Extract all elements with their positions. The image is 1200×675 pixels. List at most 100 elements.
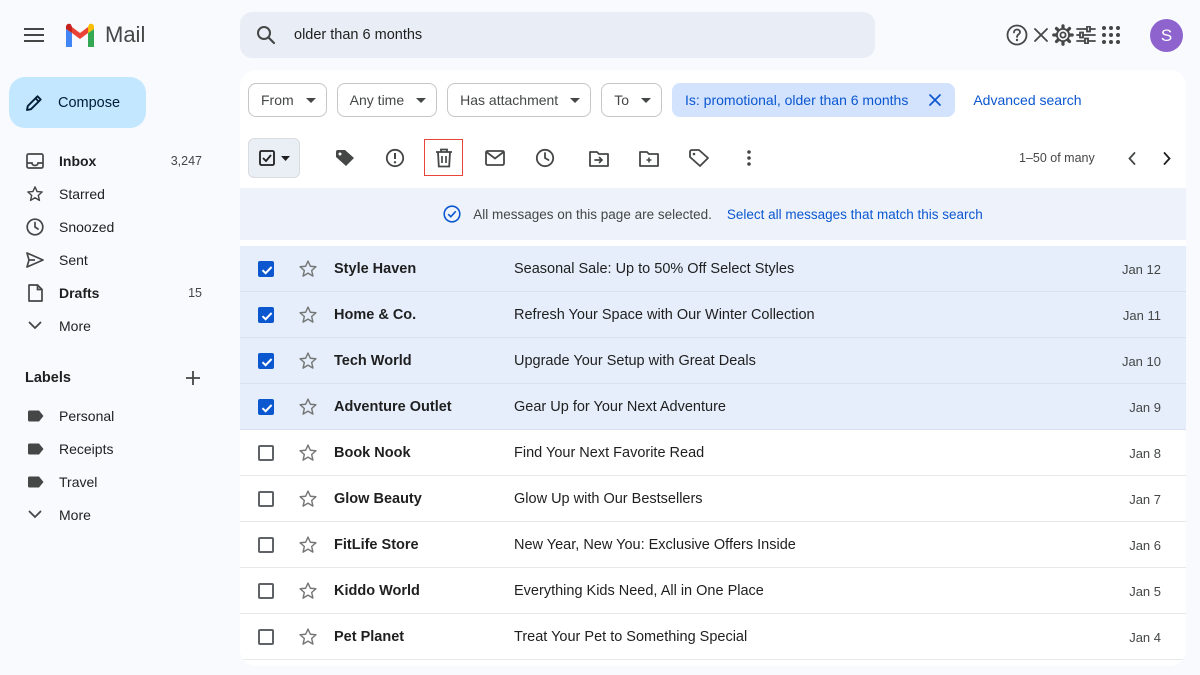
advanced-search-link[interactable]: Advanced search bbox=[973, 92, 1081, 108]
delete-button[interactable] bbox=[424, 139, 463, 176]
search-input[interactable] bbox=[294, 23, 774, 47]
label-item-receipts[interactable]: Receipts bbox=[0, 432, 232, 465]
move-to-button[interactable] bbox=[580, 139, 618, 177]
row-checkbox[interactable] bbox=[258, 491, 274, 507]
apps-button[interactable] bbox=[1091, 15, 1131, 55]
email-row[interactable]: Adventure Outlet Gear Up for Your Next Ad… bbox=[240, 384, 1186, 430]
sidebar-item-label: Inbox bbox=[59, 152, 97, 169]
row-checkbox[interactable] bbox=[258, 583, 274, 599]
email-sender: Book Nook bbox=[334, 445, 411, 461]
report-spam-button[interactable] bbox=[376, 139, 414, 177]
create-label-button[interactable] bbox=[176, 361, 210, 395]
labels-more[interactable]: More bbox=[0, 498, 232, 531]
caret-down-icon bbox=[305, 97, 316, 103]
mail-panel: From Any time Has attachment To Is: prom… bbox=[240, 70, 1186, 666]
label-item-personal[interactable]: Personal bbox=[0, 399, 232, 432]
star-toggle[interactable] bbox=[298, 581, 318, 601]
next-page-button[interactable] bbox=[1149, 140, 1185, 176]
envelope-icon bbox=[485, 150, 505, 166]
active-filter-chip[interactable]: Is: promotional, older than 6 months bbox=[672, 83, 956, 117]
email-row[interactable]: Book Nook Find Your Next Favorite Read Jan… bbox=[240, 430, 1186, 476]
filter-chip-has-attachment[interactable]: Has attachment bbox=[447, 83, 592, 117]
label-tag-icon bbox=[25, 406, 45, 426]
previous-page-button[interactable] bbox=[1114, 140, 1150, 176]
row-checkbox[interactable] bbox=[258, 261, 274, 277]
email-date: Jan 5 bbox=[1129, 584, 1161, 599]
app-name: Mail bbox=[105, 22, 146, 47]
star-toggle[interactable] bbox=[298, 351, 318, 371]
search-filter-chips: From Any time Has attachment To Is: prom… bbox=[248, 83, 1082, 117]
label-name: Travel bbox=[59, 473, 98, 490]
star-toggle[interactable] bbox=[298, 305, 318, 325]
labels-section-header: Labels bbox=[0, 361, 232, 395]
label-as-button[interactable] bbox=[326, 139, 364, 177]
email-row[interactable]: Kiddo World Everything Kids Need, All in … bbox=[240, 568, 1186, 614]
search-button[interactable] bbox=[246, 15, 286, 55]
draft-icon bbox=[25, 283, 45, 303]
email-row[interactable]: Style Haven Seasonal Sale: Up to 50% Off … bbox=[240, 246, 1186, 292]
filter-chip-any-time[interactable]: Any time bbox=[336, 83, 438, 117]
star-toggle[interactable] bbox=[298, 397, 318, 417]
star-outline-icon bbox=[299, 536, 317, 553]
settings-button[interactable] bbox=[1043, 15, 1083, 55]
select-all-matching-link[interactable]: Select all messages that match this sear… bbox=[727, 207, 983, 222]
labels-heading: Labels bbox=[25, 370, 71, 386]
sidebar-item-more[interactable]: More bbox=[0, 309, 232, 342]
compose-button[interactable]: Compose bbox=[9, 77, 146, 128]
email-sender: FitLife Store bbox=[334, 537, 419, 553]
remove-filter-button[interactable] bbox=[922, 87, 948, 113]
sidebar-item-sent[interactable]: Sent bbox=[0, 243, 232, 276]
labels-list: Personal Receipts Travel More bbox=[0, 399, 232, 531]
sidebar-item-starred[interactable]: Starred bbox=[0, 177, 232, 210]
star-toggle[interactable] bbox=[298, 627, 318, 647]
add-to-tasks-button[interactable] bbox=[630, 139, 668, 177]
email-subject: Find Your Next Favorite Read bbox=[514, 445, 705, 461]
app-logo[interactable]: Mail bbox=[64, 22, 145, 48]
clock-icon bbox=[25, 217, 45, 237]
sidebar-item-snoozed[interactable]: Snoozed bbox=[0, 210, 232, 243]
selection-banner-text: All messages on this page are selected. bbox=[473, 206, 712, 222]
chip-label: Any time bbox=[349, 92, 405, 108]
sidebar-nav: Inbox 3,247 Starred Snoozed Sent Drafts … bbox=[0, 144, 232, 342]
select-all-checkbox[interactable] bbox=[248, 138, 300, 178]
row-checkbox[interactable] bbox=[258, 537, 274, 553]
star-toggle[interactable] bbox=[298, 489, 318, 509]
star-outline-icon bbox=[299, 444, 317, 461]
label-item-travel[interactable]: Travel bbox=[0, 465, 232, 498]
row-checkbox[interactable] bbox=[258, 445, 274, 461]
email-sender: Pet Planet bbox=[334, 629, 405, 645]
row-checkbox[interactable] bbox=[258, 629, 274, 645]
chevron-down-icon bbox=[25, 316, 45, 336]
star-toggle[interactable] bbox=[298, 259, 318, 279]
sidebar-item-label: Starred bbox=[59, 185, 105, 202]
labels-button[interactable] bbox=[680, 139, 718, 177]
account-avatar[interactable]: S bbox=[1150, 19, 1183, 52]
chip-label: Has attachment bbox=[460, 92, 559, 108]
sidebar-item-drafts[interactable]: Drafts 15 bbox=[0, 276, 232, 309]
email-row[interactable]: Home & Co. Refresh Your Space with Our Wi… bbox=[240, 292, 1186, 338]
email-subject: Everything Kids Need, All in One Place bbox=[514, 583, 764, 599]
star-toggle[interactable] bbox=[298, 443, 318, 463]
email-sender: Style Haven bbox=[334, 261, 417, 277]
sidebar-item-inbox[interactable]: Inbox 3,247 bbox=[0, 144, 232, 177]
help-button[interactable] bbox=[997, 15, 1037, 55]
row-checkbox[interactable] bbox=[258, 353, 274, 369]
more-actions-button[interactable] bbox=[730, 139, 768, 177]
email-row[interactable]: Pet Planet Treat Your Pet to Something Sp… bbox=[240, 614, 1186, 660]
sidebar-item-label: Snoozed bbox=[59, 218, 115, 235]
row-checkbox[interactable] bbox=[258, 399, 274, 415]
chip-label: Is: promotional, older than 6 months bbox=[685, 92, 909, 108]
filter-chip-to[interactable]: To bbox=[601, 83, 662, 117]
inbox-count: 3,247 bbox=[170, 153, 202, 168]
chip-label: From bbox=[261, 92, 294, 108]
row-checkbox[interactable] bbox=[258, 307, 274, 323]
email-row[interactable]: Glow Beauty Glow Up with Our Bestsellers J… bbox=[240, 476, 1186, 522]
email-date: Jan 9 bbox=[1129, 400, 1161, 415]
email-row[interactable]: FitLife Store New Year, New You: Exclusiv… bbox=[240, 522, 1186, 568]
star-toggle[interactable] bbox=[298, 535, 318, 555]
email-row[interactable]: Tech World Upgrade Your Setup with Great … bbox=[240, 338, 1186, 384]
filter-chip-from[interactable]: From bbox=[248, 83, 327, 117]
snooze-button[interactable] bbox=[526, 139, 564, 177]
main-menu-button[interactable] bbox=[14, 15, 54, 55]
mark-as-read-button[interactable] bbox=[476, 139, 514, 177]
